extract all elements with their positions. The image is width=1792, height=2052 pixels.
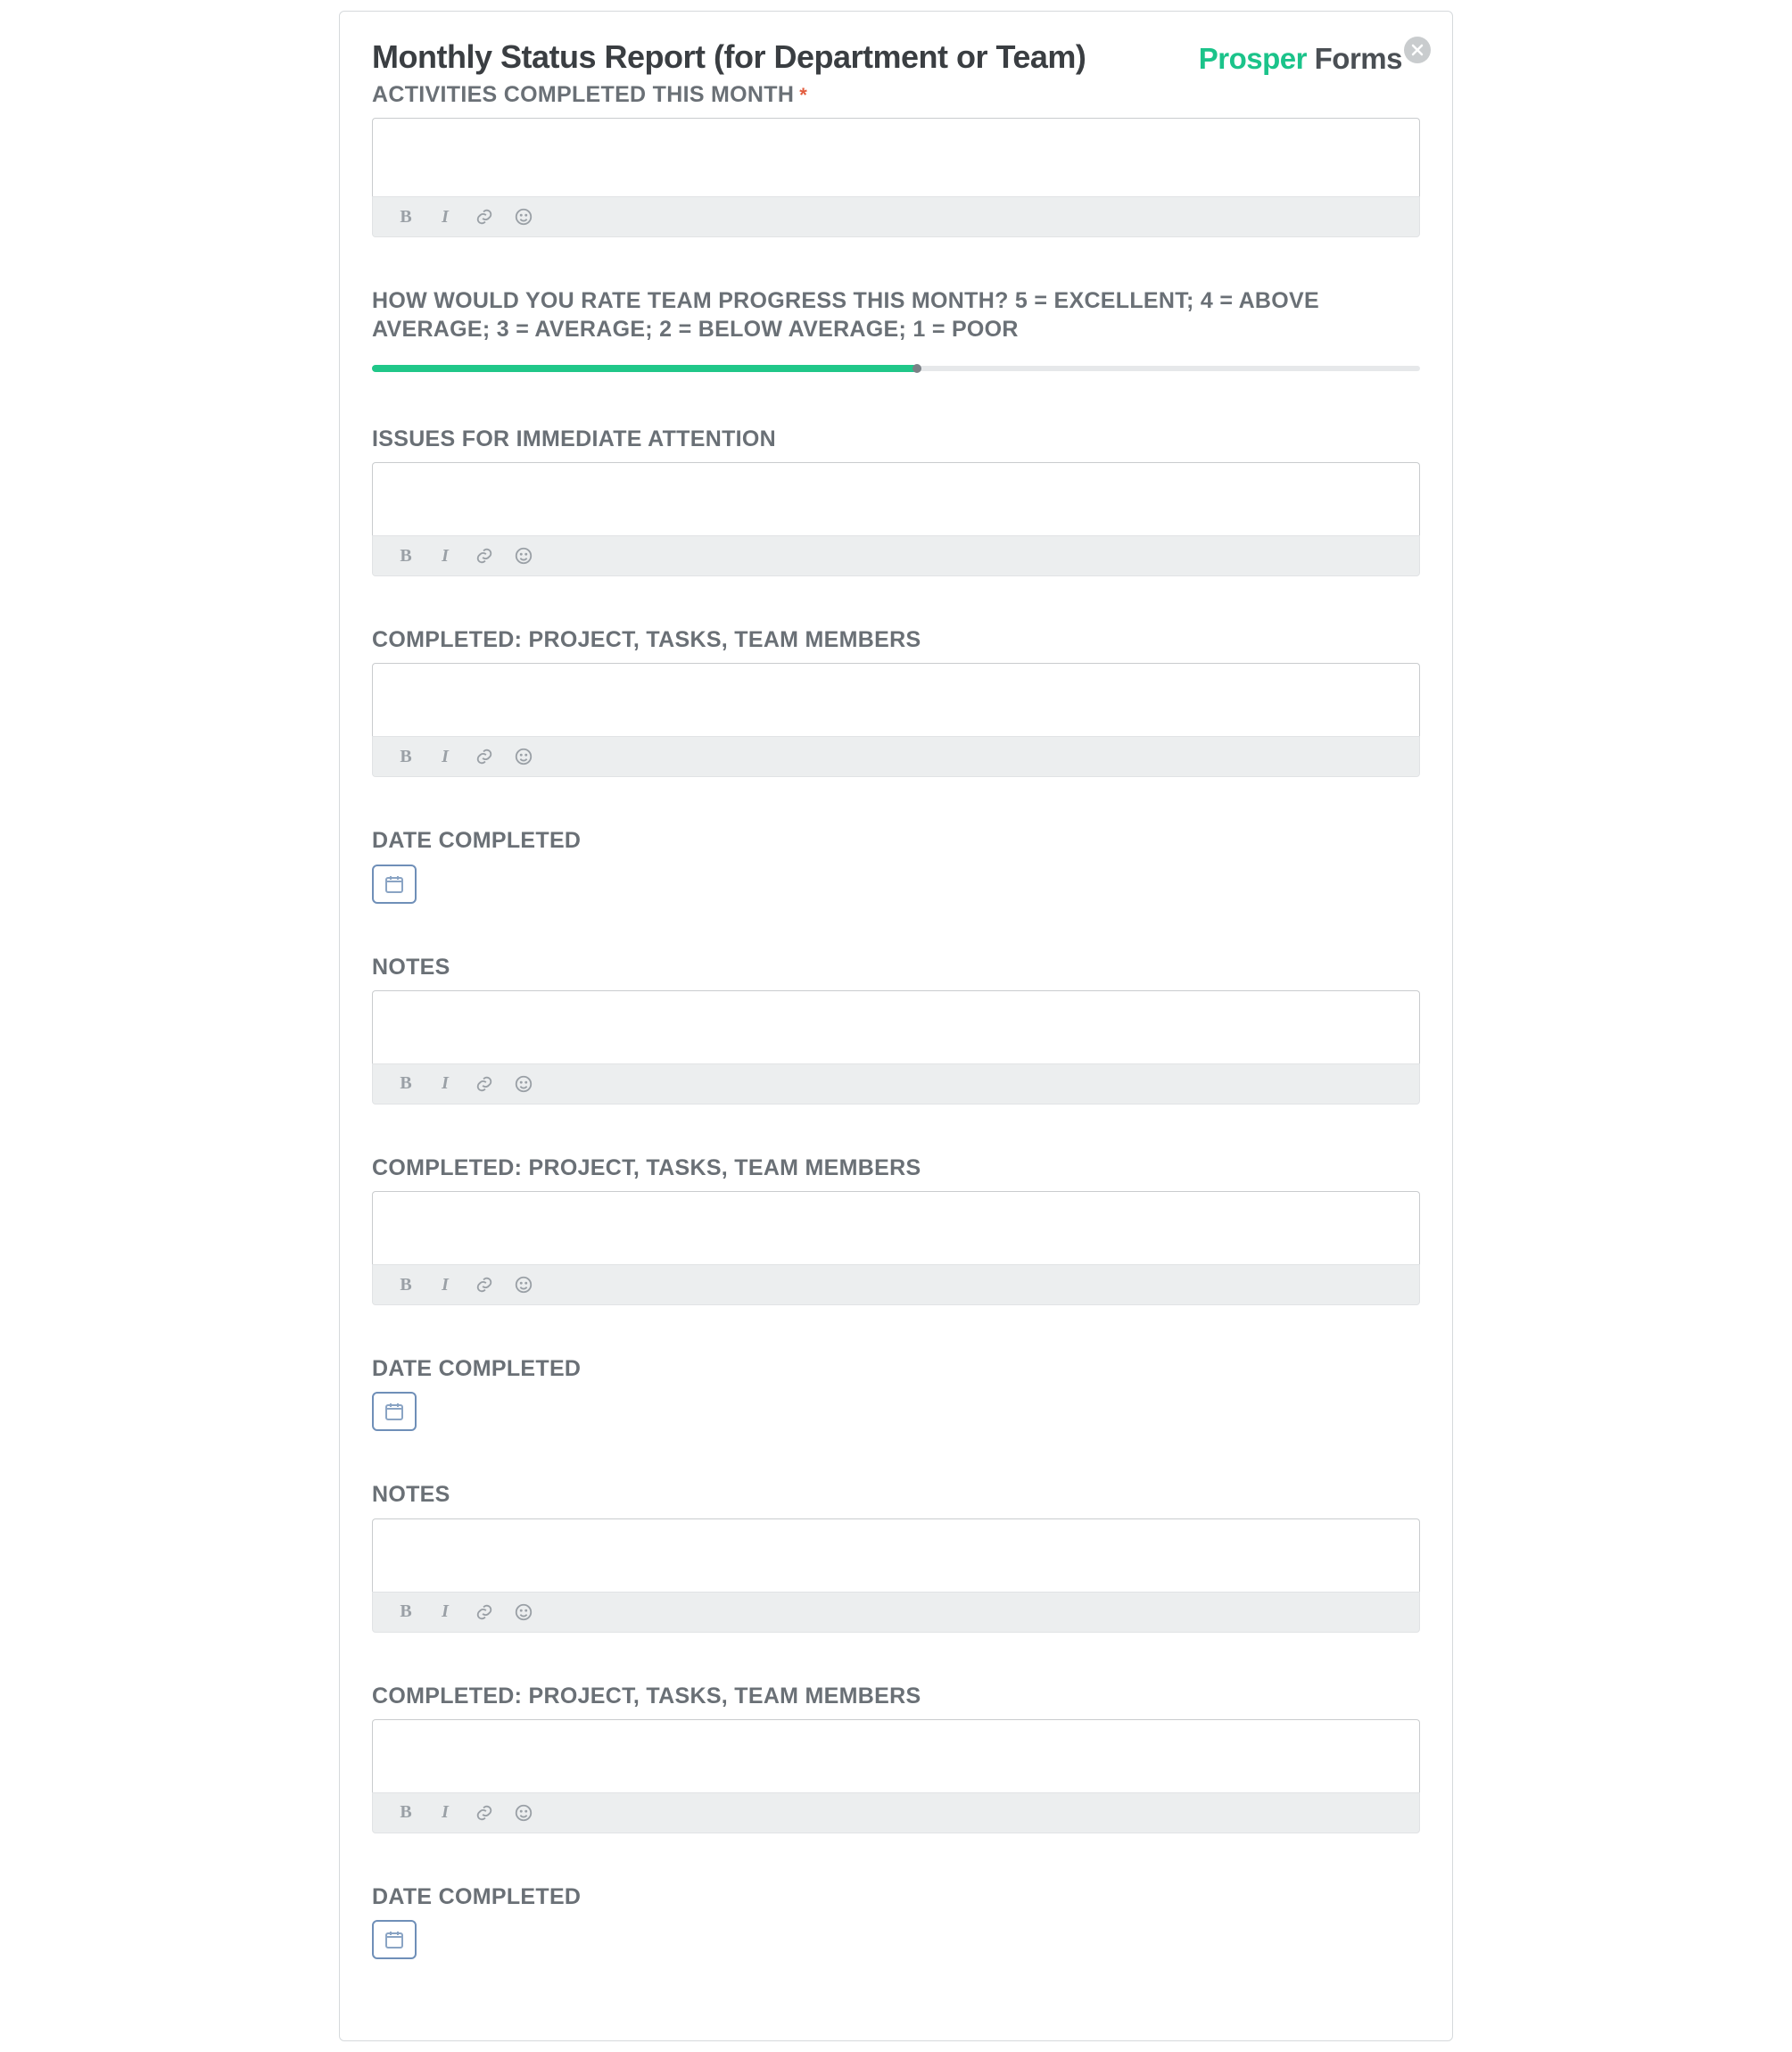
emoji-button[interactable]	[514, 1275, 533, 1295]
italic-button[interactable]: I	[435, 1074, 455, 1094]
rich-text-toolbar: B I	[372, 1063, 1420, 1105]
emoji-button[interactable]	[514, 1803, 533, 1823]
italic-button[interactable]: I	[435, 1602, 455, 1622]
form-section: ISSUES FOR IMMEDIATE ATTENTION B I	[372, 426, 1420, 576]
form-card: Monthly Status Report (for Department or…	[339, 11, 1453, 2041]
link-button[interactable]	[475, 747, 494, 766]
rich-text-input[interactable]	[372, 663, 1420, 736]
field-label: ACTIVITIES COMPLETED THIS MONTH*	[372, 81, 1420, 109]
italic-button[interactable]: I	[435, 207, 455, 227]
rich-text-input[interactable]	[372, 990, 1420, 1063]
rich-text-toolbar: B I	[372, 196, 1420, 237]
form-section: ACTIVITIES COMPLETED THIS MONTH* B I	[372, 81, 1420, 237]
link-icon	[475, 1074, 494, 1094]
bold-button[interactable]: B	[396, 1275, 416, 1295]
form-section: DATE COMPLETED	[372, 1355, 1420, 1431]
rich-text-input[interactable]	[372, 462, 1420, 535]
link-icon	[475, 1602, 494, 1622]
italic-button[interactable]: I	[435, 1275, 455, 1295]
required-marker: *	[799, 84, 807, 106]
calendar-icon	[384, 1401, 405, 1422]
emoji-icon	[514, 1074, 533, 1094]
link-button[interactable]	[475, 207, 494, 227]
bold-button[interactable]: B	[396, 1074, 416, 1094]
link-button[interactable]	[475, 1275, 494, 1295]
date-picker-button[interactable]	[372, 865, 417, 904]
form-section: COMPLETED: PROJECT, TASKS, TEAM MEMBERS …	[372, 1154, 1420, 1305]
rich-text-input[interactable]	[372, 1191, 1420, 1264]
field-label: COMPLETED: PROJECT, TASKS, TEAM MEMBERS	[372, 1683, 1420, 1710]
link-button[interactable]	[475, 1803, 494, 1823]
rich-text-toolbar: B I	[372, 1264, 1420, 1305]
field-label: NOTES	[372, 1481, 1420, 1509]
rich-text-toolbar: B I	[372, 1792, 1420, 1833]
page-title: Monthly Status Report (for Department or…	[372, 38, 1086, 76]
field-label: DATE COMPLETED	[372, 827, 1420, 855]
emoji-icon	[514, 207, 533, 227]
link-button[interactable]	[475, 1074, 494, 1094]
rich-text-toolbar: B I	[372, 736, 1420, 777]
close-icon	[1411, 44, 1424, 56]
link-icon	[475, 546, 494, 566]
brand-part2: Forms	[1315, 42, 1402, 75]
emoji-icon	[514, 1275, 533, 1295]
rich-text-toolbar: B I	[372, 1592, 1420, 1633]
header: Monthly Status Report (for Department or…	[372, 38, 1420, 76]
rich-text-input[interactable]	[372, 1518, 1420, 1592]
date-picker-button[interactable]	[372, 1392, 417, 1431]
rich-text-toolbar: B I	[372, 535, 1420, 576]
emoji-button[interactable]	[514, 747, 533, 766]
calendar-icon	[384, 873, 405, 895]
form-section: DATE COMPLETED	[372, 1883, 1420, 1959]
field-label: COMPLETED: PROJECT, TASKS, TEAM MEMBERS	[372, 626, 1420, 654]
italic-button[interactable]: I	[435, 1803, 455, 1823]
slider-fill	[372, 365, 917, 372]
field-label: COMPLETED: PROJECT, TASKS, TEAM MEMBERS	[372, 1154, 1420, 1182]
link-button[interactable]	[475, 1602, 494, 1622]
bold-button[interactable]: B	[396, 1602, 416, 1622]
emoji-icon	[514, 1803, 533, 1823]
link-icon	[475, 207, 494, 227]
brand-part1: Prosper	[1199, 42, 1315, 75]
emoji-button[interactable]	[514, 1602, 533, 1622]
field-label: NOTES	[372, 954, 1420, 981]
form-section: DATE COMPLETED	[372, 827, 1420, 903]
italic-button[interactable]: I	[435, 546, 455, 566]
slider-thumb[interactable]	[913, 364, 921, 373]
rating-slider[interactable]	[372, 361, 1420, 376]
form-section: NOTES B I	[372, 1481, 1420, 1632]
link-button[interactable]	[475, 546, 494, 566]
emoji-button[interactable]	[514, 546, 533, 566]
field-label: ISSUES FOR IMMEDIATE ATTENTION	[372, 426, 1420, 453]
form-section: NOTES B I	[372, 954, 1420, 1105]
link-icon	[475, 1803, 494, 1823]
date-picker-button[interactable]	[372, 1920, 417, 1959]
link-icon	[475, 1275, 494, 1295]
emoji-button[interactable]	[514, 207, 533, 227]
field-label: DATE COMPLETED	[372, 1883, 1420, 1911]
bold-button[interactable]: B	[396, 546, 416, 566]
bold-button[interactable]: B	[396, 1803, 416, 1823]
bold-button[interactable]: B	[396, 747, 416, 766]
italic-button[interactable]: I	[435, 747, 455, 766]
bold-button[interactable]: B	[396, 207, 416, 227]
close-button[interactable]	[1404, 37, 1431, 63]
emoji-icon	[514, 1602, 533, 1622]
emoji-icon	[514, 546, 533, 566]
emoji-button[interactable]	[514, 1074, 533, 1094]
rich-text-input[interactable]	[372, 1719, 1420, 1792]
emoji-icon	[514, 747, 533, 766]
calendar-icon	[384, 1929, 405, 1950]
brand-logo: Prosper Forms	[1199, 42, 1402, 76]
form-section: HOW WOULD YOU RATE TEAM PROGRESS THIS MO…	[372, 287, 1420, 376]
field-label: DATE COMPLETED	[372, 1355, 1420, 1383]
form-section: COMPLETED: PROJECT, TASKS, TEAM MEMBERS …	[372, 626, 1420, 777]
form-section: COMPLETED: PROJECT, TASKS, TEAM MEMBERS …	[372, 1683, 1420, 1833]
rich-text-input[interactable]	[372, 118, 1420, 196]
field-label: HOW WOULD YOU RATE TEAM PROGRESS THIS MO…	[372, 287, 1420, 343]
link-icon	[475, 747, 494, 766]
